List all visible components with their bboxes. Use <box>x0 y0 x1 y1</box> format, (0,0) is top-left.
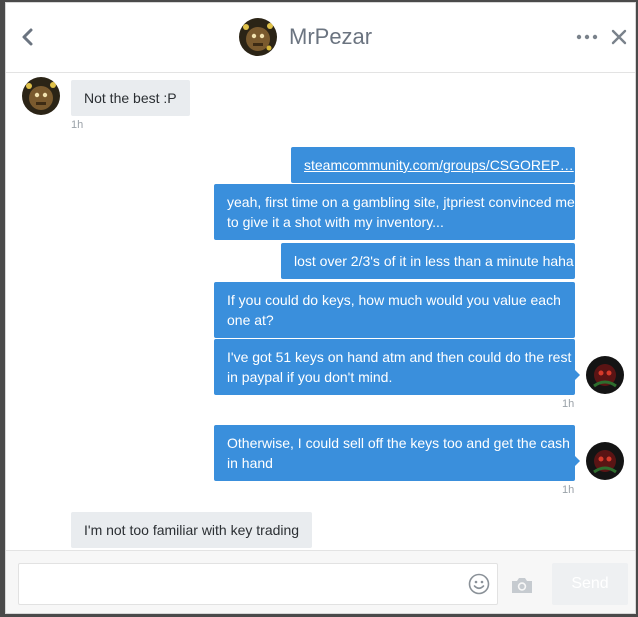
emoji-icon <box>468 573 490 595</box>
emoji-button[interactable] <box>468 573 490 595</box>
outgoing-message: I've got 51 keys on hand atm and then co… <box>214 339 575 395</box>
message-timestamp: 1h <box>71 119 84 131</box>
chat-window: MrPezar Not the best:P 1h steamcommunit… <box>5 2 636 614</box>
message-text-line: one at? <box>227 312 274 328</box>
message-text-line: If you could do keys, how much would you… <box>227 292 561 308</box>
incoming-message: I'm not too familiar with key trading <box>71 512 313 548</box>
more-icon <box>576 34 598 40</box>
more-options-button[interactable] <box>576 29 598 45</box>
message-timestamp: 1h <box>562 398 575 410</box>
contact-name: MrPezar <box>289 24 373 49</box>
close-button[interactable] <box>609 27 629 47</box>
outgoing-message: steamcommunity.com/groups/CSGOREP… <box>291 147 575 183</box>
chat-header: MrPezar <box>6 3 635 73</box>
user-message-avatar <box>586 442 624 480</box>
bubble-tail <box>575 370 580 380</box>
message-input[interactable] <box>19 564 459 604</box>
contact-title[interactable]: MrPezar <box>239 17 372 57</box>
user-message-avatar <box>586 356 624 394</box>
send-button[interactable]: Send <box>552 563 628 605</box>
message-text-line: I've got 51 keys on hand atm and then co… <box>227 349 572 365</box>
contact-avatar <box>239 18 277 56</box>
message-text: I'm not too familiar with key trading <box>84 522 300 538</box>
outgoing-message: lost over 2/3's of it in less than a min… <box>281 243 575 279</box>
outgoing-message: Otherwise, I could sell off the keys too… <box>214 425 575 481</box>
back-button[interactable] <box>18 25 38 49</box>
contact-message-avatar <box>22 77 60 115</box>
bubble-tail <box>575 456 580 466</box>
message-text-line: to give it a shot with my inventory... <box>227 214 444 230</box>
message-list[interactable]: Not the best :P 1h steamcommunity.com/gr… <box>6 74 635 550</box>
chevron-left-icon <box>22 28 33 46</box>
message-timestamp: 1h <box>562 484 575 496</box>
message-text-line: in paypal if you don't mind. <box>227 369 393 385</box>
outgoing-message: If you could do keys, how much would you… <box>214 282 575 338</box>
camera-icon <box>512 578 532 593</box>
outgoing-message: yeah, first time on a gambling site, jtp… <box>214 184 575 240</box>
close-icon <box>611 29 627 45</box>
message-text-line: in hand <box>227 455 273 471</box>
message-text: Not the best :P <box>84 90 177 106</box>
camera-button[interactable] <box>510 575 534 595</box>
message-link[interactable]: steamcommunity.com/groups/CSGOREP… <box>304 157 574 173</box>
message-text-line: Otherwise, I could sell off the keys too… <box>227 435 570 451</box>
message-text-line: yeah, first time on a gambling site, jtp… <box>227 194 575 210</box>
message-input-container <box>18 563 498 605</box>
message-text: lost over 2/3's of it in less than a min… <box>294 253 574 269</box>
message-composer: Send <box>6 550 635 613</box>
incoming-message: Not the best :P <box>71 80 190 116</box>
